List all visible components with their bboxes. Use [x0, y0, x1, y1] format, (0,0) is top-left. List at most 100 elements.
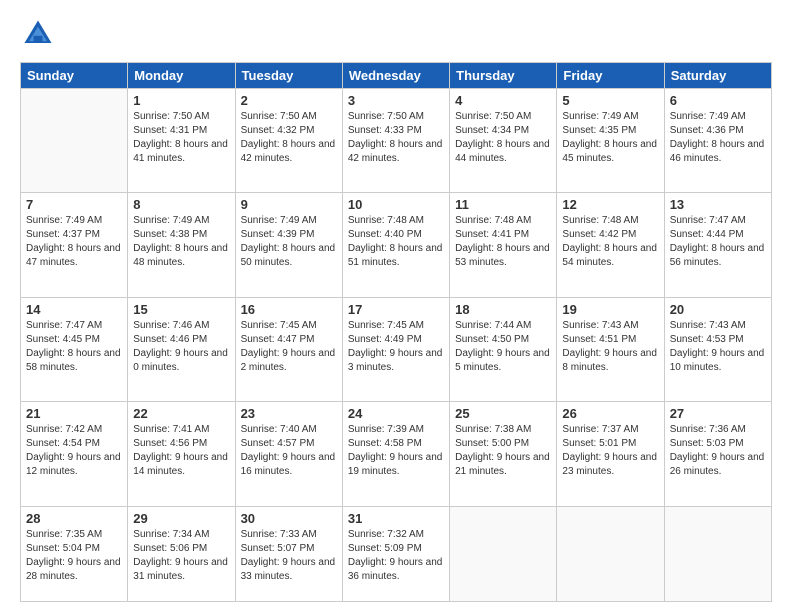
day-number: 27	[670, 406, 766, 421]
day-info: Sunrise: 7:38 AMSunset: 5:00 PMDaylight:…	[455, 423, 551, 479]
calendar-cell: 31 Sunrise: 7:32 AMSunset: 5:09 PMDayligh…	[342, 506, 449, 601]
calendar-cell: 20 Sunrise: 7:43 AMSunset: 4:53 PMDayligh…	[664, 297, 771, 401]
day-number: 5	[562, 93, 658, 108]
day-info: Sunrise: 7:48 AMSunset: 4:40 PMDaylight:…	[348, 214, 444, 270]
calendar-cell: 21 Sunrise: 7:42 AMSunset: 4:54 PMDayligh…	[21, 402, 128, 506]
day-number: 4	[455, 93, 551, 108]
day-info: Sunrise: 7:49 AMSunset: 4:39 PMDaylight:…	[241, 214, 337, 270]
day-info: Sunrise: 7:49 AMSunset: 4:38 PMDaylight:…	[133, 214, 229, 270]
calendar-week-0: 1Sunrise: 7:50 AMSunset: 4:31 PMDaylight…	[21, 89, 772, 193]
calendar-week-3: 21 Sunrise: 7:42 AMSunset: 4:54 PMDayligh…	[21, 402, 772, 506]
logo-icon	[20, 16, 56, 52]
day-number: 20	[670, 302, 766, 317]
day-info: Sunrise: 7:36 AMSunset: 5:03 PMDaylight:…	[670, 423, 766, 479]
day-info: Sunrise: 7:49 AMSunset: 4:35 PMDaylight:…	[562, 110, 658, 166]
day-number: 11	[455, 197, 551, 212]
day-number: 25	[455, 406, 551, 421]
calendar-table: SundayMondayTuesdayWednesdayThursdayFrid…	[20, 62, 772, 602]
calendar-header-friday: Friday	[557, 63, 664, 89]
day-info: Sunrise: 7:47 AMSunset: 4:45 PMDaylight:…	[26, 319, 122, 375]
day-number: 7	[26, 197, 122, 212]
calendar-cell: 30Sunrise: 7:33 AMSunset: 5:07 PMDayligh…	[235, 506, 342, 601]
day-number: 8	[133, 197, 229, 212]
calendar-cell: 4 Sunrise: 7:50 AMSunset: 4:34 PMDaylight…	[450, 89, 557, 193]
calendar-cell: 26Sunrise: 7:37 AMSunset: 5:01 PMDayligh…	[557, 402, 664, 506]
calendar-cell: 8 Sunrise: 7:49 AMSunset: 4:38 PMDaylight…	[128, 193, 235, 297]
day-number: 29	[133, 511, 229, 526]
calendar-week-4: 28Sunrise: 7:35 AMSunset: 5:04 PMDayligh…	[21, 506, 772, 601]
calendar-cell: 27 Sunrise: 7:36 AMSunset: 5:03 PMDayligh…	[664, 402, 771, 506]
calendar-header-saturday: Saturday	[664, 63, 771, 89]
calendar-cell: 22 Sunrise: 7:41 AMSunset: 4:56 PMDayligh…	[128, 402, 235, 506]
day-number: 14	[26, 302, 122, 317]
day-number: 28	[26, 511, 122, 526]
day-info: Sunrise: 7:49 AMSunset: 4:37 PMDaylight:…	[26, 214, 122, 270]
calendar-cell: 13Sunrise: 7:47 AMSunset: 4:44 PMDayligh…	[664, 193, 771, 297]
calendar-cell: 19 Sunrise: 7:43 AMSunset: 4:51 PMDayligh…	[557, 297, 664, 401]
day-number: 6	[670, 93, 766, 108]
day-info: Sunrise: 7:44 AMSunset: 4:50 PMDaylight:…	[455, 319, 551, 375]
day-info: Sunrise: 7:45 AMSunset: 4:47 PMDaylight:…	[241, 319, 337, 375]
day-info: Sunrise: 7:50 AMSunset: 4:34 PMDaylight:…	[455, 110, 551, 166]
day-info: Sunrise: 7:46 AMSunset: 4:46 PMDaylight:…	[133, 319, 229, 375]
day-info: Sunrise: 7:42 AMSunset: 4:54 PMDaylight:…	[26, 423, 122, 479]
day-number: 22	[133, 406, 229, 421]
day-number: 19	[562, 302, 658, 317]
calendar-cell: 1Sunrise: 7:50 AMSunset: 4:31 PMDaylight…	[128, 89, 235, 193]
calendar-cell: 14 Sunrise: 7:47 AMSunset: 4:45 PMDayligh…	[21, 297, 128, 401]
day-number: 16	[241, 302, 337, 317]
day-info: Sunrise: 7:48 AMSunset: 4:41 PMDaylight:…	[455, 214, 551, 270]
day-number: 2	[241, 93, 337, 108]
calendar-cell: 9 Sunrise: 7:49 AMSunset: 4:39 PMDaylight…	[235, 193, 342, 297]
calendar-cell: 7 Sunrise: 7:49 AMSunset: 4:37 PMDaylight…	[21, 193, 128, 297]
calendar-cell: 6 Sunrise: 7:49 AMSunset: 4:36 PMDaylight…	[664, 89, 771, 193]
header	[20, 16, 772, 52]
calendar-cell	[664, 506, 771, 601]
day-info: Sunrise: 7:41 AMSunset: 4:56 PMDaylight:…	[133, 423, 229, 479]
day-info: Sunrise: 7:37 AMSunset: 5:01 PMDaylight:…	[562, 423, 658, 479]
calendar-cell: 3 Sunrise: 7:50 AMSunset: 4:33 PMDaylight…	[342, 89, 449, 193]
day-info: Sunrise: 7:39 AMSunset: 4:58 PMDaylight:…	[348, 423, 444, 479]
day-info: Sunrise: 7:47 AMSunset: 4:44 PMDaylight:…	[670, 214, 766, 270]
day-info: Sunrise: 7:50 AMSunset: 4:31 PMDaylight:…	[133, 110, 229, 166]
calendar-header-sunday: Sunday	[21, 63, 128, 89]
calendar-cell: 29 Sunrise: 7:34 AMSunset: 5:06 PMDayligh…	[128, 506, 235, 601]
calendar-header-wednesday: Wednesday	[342, 63, 449, 89]
logo	[20, 16, 62, 52]
day-info: Sunrise: 7:50 AMSunset: 4:33 PMDaylight:…	[348, 110, 444, 166]
calendar-cell: 18Sunrise: 7:44 AMSunset: 4:50 PMDayligh…	[450, 297, 557, 401]
day-info: Sunrise: 7:45 AMSunset: 4:49 PMDaylight:…	[348, 319, 444, 375]
day-number: 10	[348, 197, 444, 212]
day-info: Sunrise: 7:49 AMSunset: 4:36 PMDaylight:…	[670, 110, 766, 166]
calendar-cell: 16 Sunrise: 7:45 AMSunset: 4:47 PMDayligh…	[235, 297, 342, 401]
day-number: 9	[241, 197, 337, 212]
calendar-cell: 2 Sunrise: 7:50 AMSunset: 4:32 PMDaylight…	[235, 89, 342, 193]
calendar-cell: 10 Sunrise: 7:48 AMSunset: 4:40 PMDayligh…	[342, 193, 449, 297]
calendar-cell: 11 Sunrise: 7:48 AMSunset: 4:41 PMDayligh…	[450, 193, 557, 297]
day-number: 31	[348, 511, 444, 526]
day-number: 17	[348, 302, 444, 317]
day-number: 30	[241, 511, 337, 526]
calendar-header-thursday: Thursday	[450, 63, 557, 89]
day-number: 3	[348, 93, 444, 108]
day-info: Sunrise: 7:32 AMSunset: 5:09 PMDaylight:…	[348, 528, 444, 584]
day-info: Sunrise: 7:40 AMSunset: 4:57 PMDaylight:…	[241, 423, 337, 479]
calendar-cell	[557, 506, 664, 601]
day-info: Sunrise: 7:34 AMSunset: 5:06 PMDaylight:…	[133, 528, 229, 584]
page: SundayMondayTuesdayWednesdayThursdayFrid…	[0, 0, 792, 612]
calendar-cell: 25 Sunrise: 7:38 AMSunset: 5:00 PMDayligh…	[450, 402, 557, 506]
day-info: Sunrise: 7:48 AMSunset: 4:42 PMDaylight:…	[562, 214, 658, 270]
day-number: 21	[26, 406, 122, 421]
calendar-cell: 17 Sunrise: 7:45 AMSunset: 4:49 PMDayligh…	[342, 297, 449, 401]
calendar-week-1: 7 Sunrise: 7:49 AMSunset: 4:37 PMDaylight…	[21, 193, 772, 297]
day-info: Sunrise: 7:43 AMSunset: 4:51 PMDaylight:…	[562, 319, 658, 375]
calendar-cell: 5 Sunrise: 7:49 AMSunset: 4:35 PMDaylight…	[557, 89, 664, 193]
day-number: 23	[241, 406, 337, 421]
day-number: 24	[348, 406, 444, 421]
calendar-cell	[21, 89, 128, 193]
day-info: Sunrise: 7:50 AMSunset: 4:32 PMDaylight:…	[241, 110, 337, 166]
day-info: Sunrise: 7:43 AMSunset: 4:53 PMDaylight:…	[670, 319, 766, 375]
calendar-header-monday: Monday	[128, 63, 235, 89]
calendar-cell: 12Sunrise: 7:48 AMSunset: 4:42 PMDayligh…	[557, 193, 664, 297]
calendar-cell	[450, 506, 557, 601]
